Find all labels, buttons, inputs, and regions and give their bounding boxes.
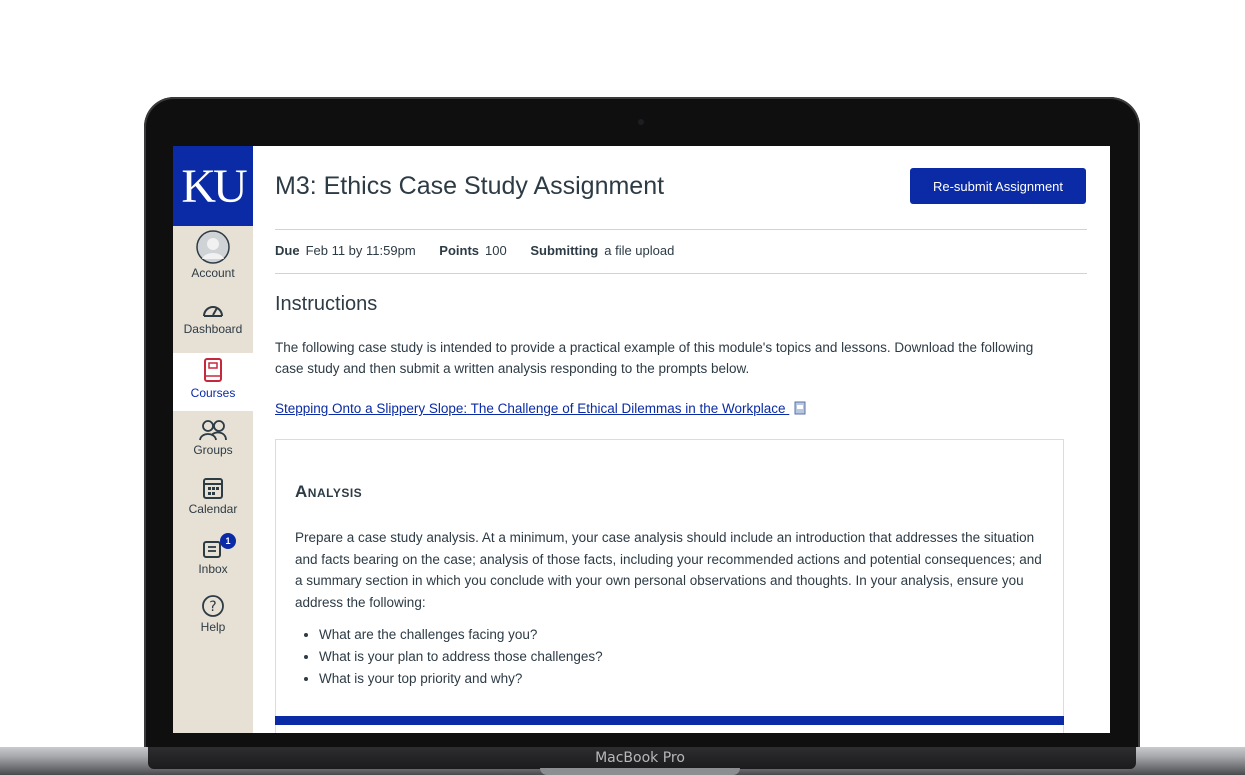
nav-item-label: Dashboard	[183, 322, 243, 336]
account-icon	[196, 230, 230, 264]
device-model-label: MacBook Pro	[595, 750, 685, 766]
submitting-label: Submitting	[530, 243, 599, 258]
nav-item-dashboard[interactable]: Dashboard	[173, 300, 253, 348]
nav-item-label: Inbox	[198, 562, 228, 576]
page-title: M3: Ethics Case Study Assignment	[275, 172, 665, 200]
courses-icon	[204, 358, 222, 382]
nav-item-groups[interactable]: Groups	[173, 419, 253, 467]
nav-item-label: Account	[191, 266, 235, 280]
analysis-text: Prepare a case study analysis. At a mini…	[295, 530, 1042, 610]
help-icon: ?	[202, 595, 224, 617]
analysis-panel: Analysis Prepare a case study analysis. …	[275, 439, 1064, 733]
groups-icon	[199, 420, 227, 441]
nav-item-calendar[interactable]: Calendar	[173, 476, 253, 524]
nav-item-help[interactable]: ? Help	[173, 594, 253, 642]
list-item: What is your plan to address those chall…	[319, 646, 603, 668]
nav-item-courses[interactable]: Courses	[173, 353, 253, 411]
list-item: What is your top priority and why?	[319, 668, 603, 690]
case-study-link[interactable]: Stepping Onto a Slippery Slope: The Chal…	[275, 401, 806, 416]
calendar-icon	[203, 478, 223, 499]
assignment-details: Due Feb 11 by 11:59pm Points 100 Submittin…	[275, 243, 694, 258]
dashboard-icon	[203, 306, 223, 317]
inbox-unread-badge: 1	[220, 533, 236, 549]
resubmit-assignment-button[interactable]: Re-submit Assignment	[910, 168, 1086, 204]
divider	[275, 273, 1087, 274]
analysis-heading: Analysis	[295, 482, 363, 501]
instructions-text: The following case study is intended to …	[275, 340, 1034, 376]
divider	[275, 229, 1087, 230]
nav-item-label: Courses	[190, 386, 236, 400]
ku-logo[interactable]: KU	[173, 146, 253, 226]
points-value: 100	[485, 243, 507, 258]
list-item: What are the challenges facing you?	[319, 624, 603, 646]
analysis-prompts: What are the challenges facing you? What…	[295, 624, 603, 690]
global-nav: KU Account Dashboard Courses Groups Cale…	[173, 146, 253, 733]
assignment-content: M3: Ethics Case Study Assignment Re-subm…	[275, 146, 1087, 733]
case-study-link-text[interactable]: Stepping Onto a Slippery Slope: The Chal…	[275, 401, 786, 416]
nav-item-inbox[interactable]: 1 Inbox	[173, 533, 253, 584]
nav-item-label: Groups	[193, 443, 233, 457]
nav-item-account[interactable]: Account	[173, 230, 253, 286]
points-detail: Points 100	[439, 243, 506, 258]
nav-item-label: Help	[200, 620, 226, 634]
panel-accent-bar	[275, 716, 1064, 725]
nav-item-label: Calendar	[188, 502, 238, 516]
file-preview-icon[interactable]	[794, 401, 806, 415]
laptop-notch	[540, 768, 740, 775]
due-label: Due	[275, 243, 300, 258]
screen: KU Account Dashboard Courses Groups Cale…	[173, 146, 1110, 733]
submitting-detail: Submitting a file upload	[530, 243, 674, 258]
due-detail: Due Feb 11 by 11:59pm	[275, 243, 416, 258]
submitting-value: a file upload	[604, 243, 675, 258]
instructions-heading: Instructions	[275, 293, 378, 315]
svg-text:?: ?	[209, 599, 216, 615]
points-label: Points	[439, 243, 480, 258]
camera	[638, 119, 644, 125]
due-value: Feb 11 by 11:59pm	[305, 243, 416, 258]
